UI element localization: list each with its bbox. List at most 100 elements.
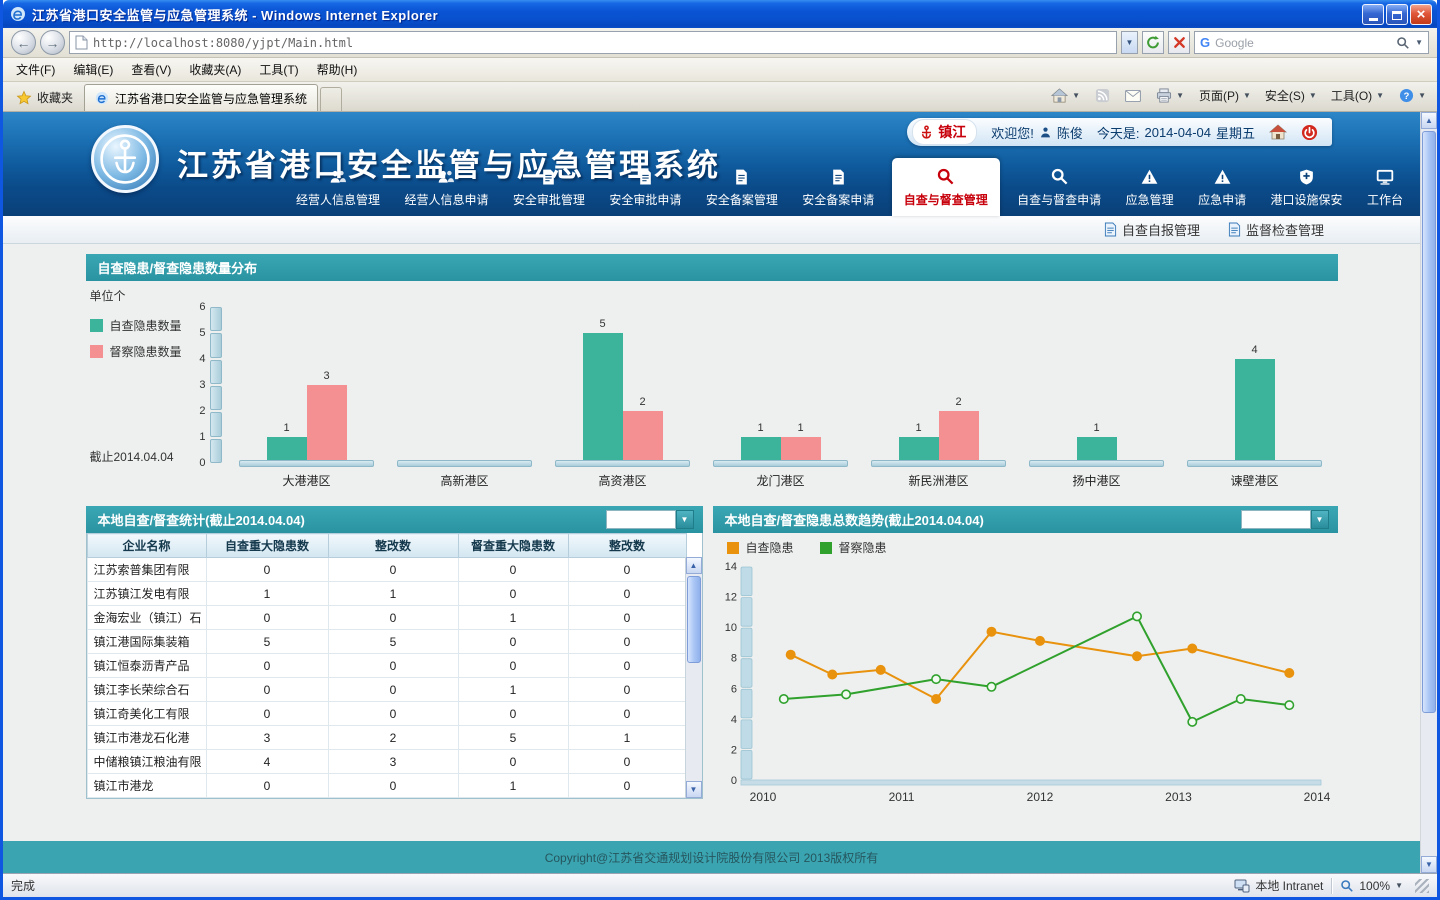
table-row[interactable]: 镇江恒泰沥青产品0000 [87,654,686,678]
scroll-up-icon[interactable]: ▲ [686,557,702,574]
page-scrollbar[interactable]: ▲ ▼ [1420,112,1437,873]
favorites-button[interactable]: 收藏夹 [7,84,82,111]
company-name-cell: 镇江恒泰沥青产品 [87,654,206,678]
supervise-swatch [90,345,103,358]
table-row[interactable]: 金海宏业（镇江）石0010 [87,606,686,630]
table-row[interactable]: 江苏索普集团有限0000 [87,558,686,582]
table-row[interactable]: 镇江奇美化工有限0000 [87,702,686,726]
computer-icon [1234,879,1250,893]
nav-item-operator-info-mgmt[interactable]: 经营人信息管理 [289,158,387,216]
tab-ie-icon [95,91,109,105]
chevron-down-icon[interactable]: ▼ [1311,510,1329,529]
address-field[interactable]: http://localhost:8080/yjpt/Main.html [69,31,1117,54]
unit-label: 单位个 [90,287,126,304]
nav-item-self-supervise-apply[interactable]: 自查与督查申请 [1010,158,1108,216]
svg-text:2012: 2012 [1026,790,1053,804]
column-header: 督查重大隐患数 [458,534,568,558]
nav-item-emergency-mgmt[interactable]: 应急管理 [1119,158,1181,216]
search-dropdown-icon[interactable]: ▼ [1415,38,1423,47]
document-icon [1104,222,1117,237]
email-button[interactable] [1118,86,1148,106]
nav-item-operator-info-apply[interactable]: 经营人信息申请 [397,158,495,216]
security-zone: 本地 Intranet [1234,877,1323,894]
axis-platform [713,460,849,467]
scroll-down-icon[interactable]: ▼ [686,781,702,798]
address-dropdown-button[interactable]: ▼ [1121,31,1138,54]
menu-item[interactable]: 文件(F) [7,58,64,81]
menu-item[interactable]: 收藏夹(A) [180,58,250,81]
submenu-item[interactable]: 监督检查管理 [1228,220,1324,239]
scrollbar-thumb[interactable] [1422,131,1436,713]
site-header: 江苏省港口安全监管与应急管理系统 镇江 欢迎您! 陈俊 [3,112,1420,216]
port-selector[interactable]: 镇江 [912,119,977,145]
close-button[interactable]: × [1410,4,1432,25]
table-row[interactable]: 镇江市港龙石化港3251 [87,726,686,750]
menu-item[interactable]: 工具(T) [250,58,307,81]
google-logo-icon: G [1200,35,1210,50]
table-row[interactable]: 中储粮镇江粮油有限4300 [87,750,686,774]
scroll-down-icon[interactable]: ▼ [1421,856,1437,873]
toolbar-button[interactable]: 页面(P)▼ [1192,83,1258,108]
scroll-up-icon[interactable]: ▲ [1421,112,1437,129]
forward-button[interactable]: → [40,30,65,55]
new-tab-stub[interactable] [320,87,342,111]
minimize-button[interactable] [1362,4,1384,25]
table-row[interactable]: 镇江李长荣综合石0010 [87,678,686,702]
home-shortcut-icon[interactable] [1269,124,1287,140]
refresh-button[interactable] [1142,31,1164,54]
home-button[interactable]: ▼ [1044,84,1087,107]
nav-item-port-security[interactable]: 港口设施保安 [1264,158,1350,216]
menu-item[interactable]: 编辑(E) [64,58,122,81]
nav-item-self-supervise-mgmt[interactable]: 自查与督查管理 [892,158,1000,216]
zoom-level: 100% [1359,879,1390,893]
search-icon [1050,166,1069,186]
zoom-control[interactable]: 100% ▼ [1340,879,1403,893]
y-axis-block [210,307,222,331]
menu-item[interactable]: 帮助(H) [308,58,367,81]
zoom-dropdown-icon[interactable]: ▼ [1395,881,1403,890]
trend-filter-select[interactable]: ▼ [1241,510,1329,529]
nav-item-safety-approval-apply[interactable]: 安全审批申请 [602,158,688,216]
stat-cell: 1 [206,582,328,606]
table-row[interactable]: 江苏镇江发电有限1100 [87,582,686,606]
search-magnifier-icon[interactable] [1396,36,1410,50]
nav-item-workbench[interactable]: 工作台 [1360,158,1410,216]
scrollbar-thumb[interactable] [687,576,701,663]
stop-button[interactable] [1168,31,1190,54]
svg-text:2: 2 [730,744,736,756]
submenu-item[interactable]: 自查自报管理 [1104,220,1200,239]
stats-filter-select[interactable]: ▼ [606,510,694,529]
star-icon [16,90,32,106]
menu-item[interactable]: 查看(V) [122,58,180,81]
bar-chart: 单位个 自查隐患数量督察隐患数量 截止2014.04.04 13大港港区高新港区… [86,281,1338,493]
print-button[interactable]: ▼ [1149,84,1191,107]
nav-item-label: 经营人信息申请 [404,191,488,208]
logout-power-icon[interactable] [1301,124,1318,141]
table-scrollbar[interactable]: ▲ ▼ [685,557,702,798]
browser-tab[interactable]: 江苏省港口安全监管与应急管理系统 [84,84,318,111]
chevron-down-icon[interactable]: ▼ [676,510,694,529]
table-row[interactable]: 镇江市港龙0010 [87,774,686,798]
status-text: 完成 [11,877,35,894]
table-row[interactable]: 镇江港国际集装箱5500 [87,630,686,654]
maximize-button[interactable] [1386,4,1408,25]
help-button[interactable]: ? ▼ [1392,84,1433,107]
stat-cell: 0 [328,606,458,630]
toolbar-button[interactable]: 工具(O)▼ [1324,83,1391,108]
title-bar[interactable]: 江苏省港口安全监管与应急管理系统 - Windows Internet Expl… [3,0,1437,28]
tab-title: 江苏省港口安全监管与应急管理系统 [115,90,307,107]
nav-item-safety-record-apply[interactable]: 安全备案申请 [795,158,881,216]
search-input[interactable]: G Google ▼ [1194,31,1429,54]
stat-cell: 1 [458,606,568,630]
nav-item-safety-record-mgmt[interactable]: 安全备案管理 [699,158,785,216]
nav-item-emergency-apply[interactable]: 应急申请 [1191,158,1253,216]
rss-feed-button[interactable] [1088,84,1117,107]
chevron-down-icon: ▼ [1376,91,1384,100]
nav-item-safety-approval-mgmt[interactable]: 安全审批管理 [506,158,592,216]
nav-item-label: 安全审批申请 [609,191,681,208]
toolbar-button[interactable]: 安全(S)▼ [1258,83,1324,108]
document-icon [1228,222,1241,237]
resize-grip[interactable] [1415,879,1429,893]
nav-item-label: 应急申请 [1198,191,1246,208]
back-button[interactable]: ← [11,30,36,55]
